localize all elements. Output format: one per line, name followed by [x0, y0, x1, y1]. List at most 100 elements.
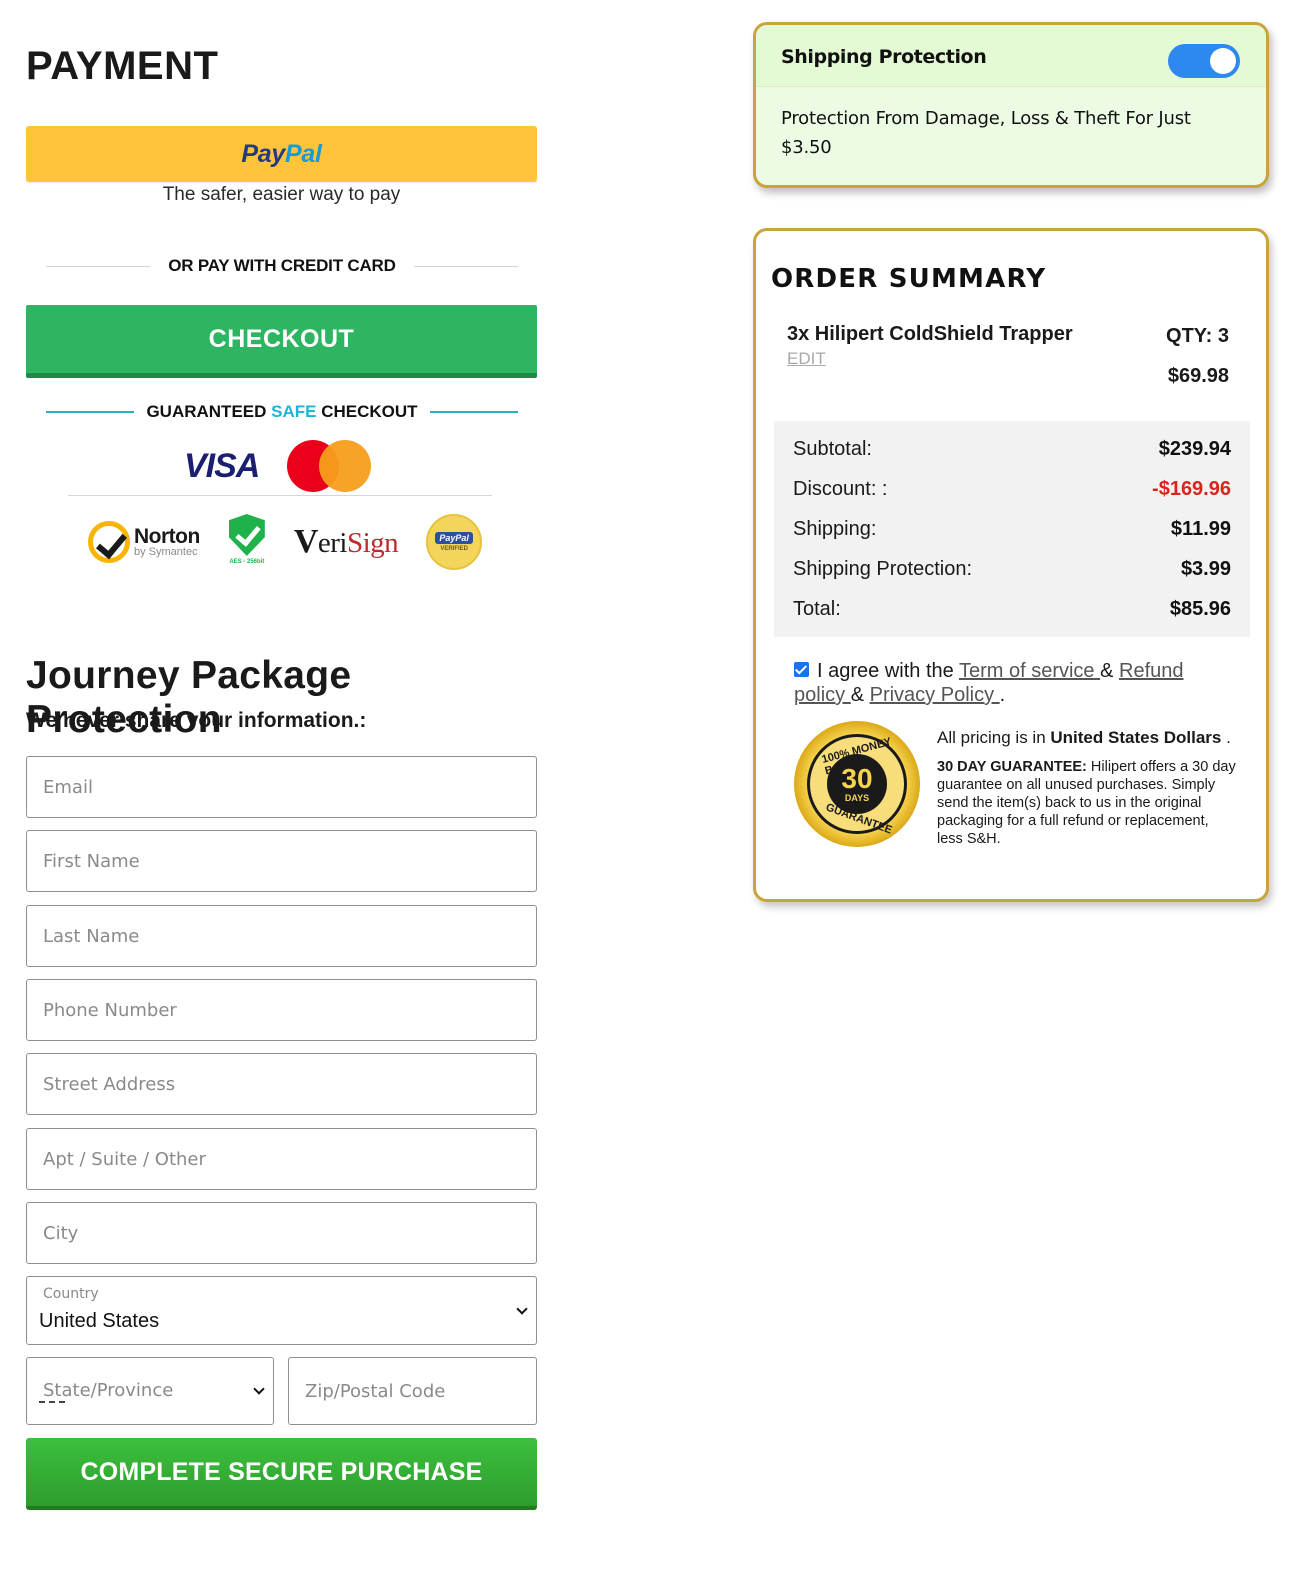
form-subtitle: We never share your information.: — [26, 709, 367, 732]
visa-logo: VISA — [184, 446, 260, 485]
trust-badges: Norton by Symantec AES - 256bit VeriSign… — [88, 510, 483, 574]
norton-check-icon — [88, 521, 130, 563]
badges-divider — [68, 495, 492, 496]
norton-badge: Norton by Symantec — [88, 521, 200, 563]
shipping-protection-label: Shipping Protection: — [793, 557, 973, 580]
email-input[interactable] — [27, 757, 536, 817]
safe-word: SAFE — [271, 402, 317, 421]
country-select[interactable]: Country United States — [26, 1276, 537, 1345]
item-name: 3x Hilipert ColdShield Trapper — [787, 323, 1073, 345]
checkout-button[interactable]: CHECKOUT — [26, 305, 537, 378]
or-pay-credit-card-text: OR PAY WITH CREDIT CARD — [168, 256, 396, 275]
guarantee-heading: 30 DAY GUARANTEE: — [937, 759, 1087, 775]
first-name-input[interactable] — [27, 831, 536, 891]
shipping-protection-card: Shipping Protection Protection From Dama… — [753, 22, 1269, 188]
city-field[interactable] — [26, 1202, 537, 1264]
toggle-knob — [1210, 48, 1236, 74]
item-price: $69.98 — [1167, 365, 1229, 387]
agree-text: I agree with the — [817, 660, 954, 682]
apt-suite-input[interactable] — [27, 1129, 536, 1189]
chevron-down-icon — [253, 1383, 265, 1395]
subtotal-label: Subtotal: — [793, 437, 872, 460]
chevron-down-icon — [516, 1303, 528, 1315]
email-field[interactable] — [26, 756, 537, 818]
discount-label: Discount: : — [793, 477, 888, 500]
total-label: Total: — [793, 597, 841, 620]
apt-suite-field[interactable] — [26, 1128, 537, 1190]
street-address-input[interactable] — [27, 1054, 536, 1114]
divider-line — [46, 411, 135, 413]
shipping-protection-description: Protection From Damage, Loss & Theft For… — [781, 108, 1191, 158]
agree-period: . — [999, 684, 1006, 706]
order-summary-title: ORDER SUMMARY — [771, 264, 1047, 294]
privacy-policy-link[interactable]: Privacy Policy — [870, 684, 1000, 706]
verisign-eri: eri — [317, 527, 348, 559]
guaranteed-safe-checkout: GUARANTEED SAFE CHECKOUT — [46, 402, 519, 422]
norton-name: Norton — [134, 525, 200, 548]
total-row: Total: $85.96 — [793, 595, 1231, 623]
zip-field[interactable] — [288, 1357, 537, 1425]
state-select[interactable]: State/Province — [26, 1357, 274, 1425]
last-name-input[interactable] — [27, 906, 536, 966]
phone-field[interactable] — [26, 979, 537, 1041]
shipping-protection-title: Shipping Protection — [781, 46, 987, 68]
divider-line — [46, 265, 151, 267]
edit-item-link[interactable]: EDIT — [787, 349, 826, 369]
terms-of-service-link[interactable]: Term of service — [959, 660, 1100, 682]
seal-days: DAYS — [844, 793, 870, 803]
guaranteed-word: GUARANTEED — [146, 402, 267, 421]
money-back-guarantee-seal: 100% MONEY BACK 30 DAYS GUARANTEE — [794, 721, 922, 851]
checkout-word: CHECKOUT — [321, 402, 418, 421]
paypal-verified-badge: PayPal VERIFIED — [426, 514, 483, 570]
totals-table: Subtotal: $239.94 Discount: : -$169.96 S… — [774, 421, 1250, 637]
shield-label: AES - 256bit — [229, 559, 265, 565]
shipping-protection-toggle[interactable] — [1168, 44, 1240, 78]
paypal-logo-pal: Pal — [284, 139, 322, 168]
pricing-suffix: . — [1226, 728, 1231, 747]
paypal-logo-pay: Pay — [241, 139, 285, 168]
divider-line — [429, 411, 519, 413]
secure-shield-badge: AES - 256bit — [228, 514, 266, 570]
paypal-button[interactable]: PayPal — [26, 126, 537, 182]
discount-row: Discount: : -$169.96 — [793, 475, 1231, 503]
paypal-logo: PayPal — [241, 139, 322, 169]
first-name-field[interactable] — [26, 830, 537, 892]
payment-title: PAYMENT — [26, 44, 219, 88]
subtotal-value: $239.94 — [1158, 437, 1231, 460]
amp-2: & — [850, 684, 870, 706]
shipping-protection-header: Shipping Protection — [756, 25, 1266, 87]
divider-line — [413, 265, 518, 267]
phone-input[interactable] — [27, 980, 536, 1040]
paypal-tagline: The safer, easier way to pay — [162, 184, 401, 205]
state-value: State/Province — [43, 1380, 174, 1401]
pricing-currency: United States Dollars — [1050, 728, 1222, 747]
agree-checkbox[interactable] — [794, 662, 809, 678]
total-value: $85.96 — [1169, 597, 1231, 620]
pricing-currency-note: All pricing is in United States Dollars … — [937, 728, 1231, 748]
card-logos: VISA — [184, 438, 373, 494]
verisign-badge: VeriSign — [293, 523, 399, 561]
zip-input[interactable] — [289, 1358, 536, 1424]
shield-check-icon — [228, 514, 265, 556]
shipping-row: Shipping: $11.99 — [793, 515, 1231, 543]
subtotal-row: Subtotal: $239.94 — [793, 435, 1231, 463]
norton-sub: by Symantec — [134, 546, 198, 558]
amp-1: & — [1100, 660, 1120, 682]
guaranteed-text: GUARANTEED SAFE CHECKOUT — [134, 402, 429, 422]
shipping-protection-row: Shipping Protection: $3.99 — [793, 555, 1231, 583]
terms-agreement: I agree with the Term of service & Refun… — [794, 659, 1234, 707]
or-divider: OR PAY WITH CREDIT CARD — [46, 256, 518, 276]
paypal-verified-logo: PayPal — [435, 532, 473, 544]
street-address-field[interactable] — [26, 1053, 537, 1115]
last-name-field[interactable] — [26, 905, 537, 967]
mastercard-logo — [287, 440, 373, 492]
order-summary-card: ORDER SUMMARY 3x Hilipert ColdShield Tra… — [753, 228, 1269, 902]
complete-purchase-button[interactable]: COMPLETE SECURE PURCHASE — [26, 1438, 537, 1510]
verisign-v: V — [293, 523, 319, 560]
city-input[interactable] — [27, 1203, 536, 1263]
verisign-sign: Sign — [346, 527, 399, 559]
shipping-label: Shipping: — [793, 517, 877, 540]
shipping-value: $11.99 — [1170, 517, 1231, 540]
paypal-verified-text: VERIFIED — [440, 546, 468, 552]
item-quantity: QTY: 3 — [1166, 325, 1229, 347]
